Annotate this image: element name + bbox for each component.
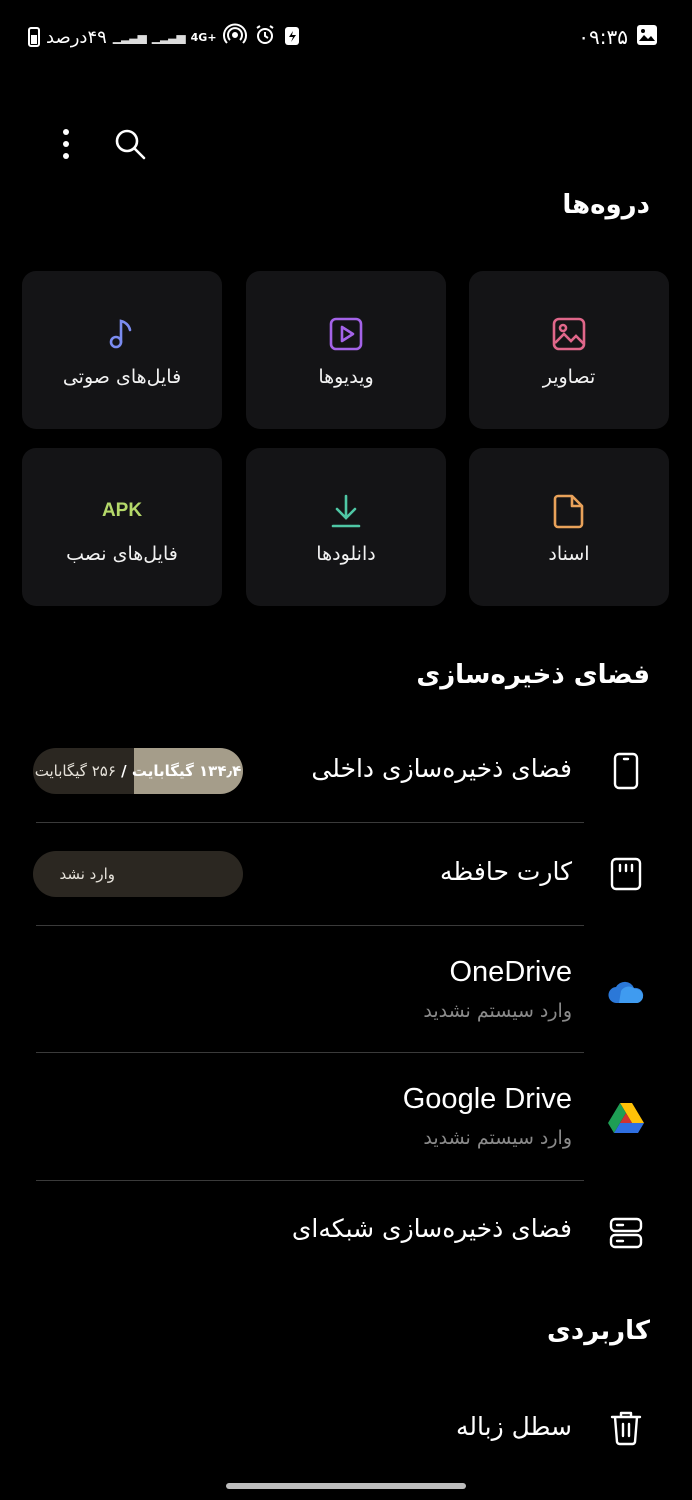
trash-label[interactable]: سطل زباله — [456, 1412, 572, 1441]
divider — [36, 822, 584, 823]
category-downloads[interactable]: دانلودها — [246, 448, 446, 606]
internal-storage-usage: ۱۳۴٫۴ گیگابایت / ۲۵۶ گیگابایت — [33, 748, 243, 794]
divider — [36, 925, 584, 926]
home-indicator[interactable] — [226, 1483, 466, 1489]
signal-strength-icon: ▁▂▃▅ — [112, 30, 147, 44]
download-icon — [329, 489, 363, 533]
hotspot-icon — [222, 23, 247, 52]
image-icon — [551, 312, 587, 356]
category-videos[interactable]: ویدیوها — [246, 271, 446, 429]
category-label: فایل‌های نصب — [66, 543, 178, 565]
video-icon — [328, 312, 364, 356]
usage-text: ۱۳۴٫۴ گیگابایت / ۲۵۶ گیگابایت — [33, 762, 243, 780]
sd-card-status: وارد نشد — [33, 851, 243, 897]
network-type: 4G+ — [190, 30, 217, 44]
status-bar-left: ۴۹درصد ▁▂▃▅ ▁▂▃▅ 4G+ — [28, 22, 301, 52]
more-vert-icon — [63, 129, 69, 159]
total-value: ۲۵۶ گیگابایت — [34, 762, 116, 780]
apk-icon: APK — [102, 489, 142, 533]
trash-icon — [600, 1402, 652, 1454]
sd-card-label[interactable]: کارت حافظه — [440, 857, 572, 886]
storage-title: فضای ذخیره‌سازی — [416, 660, 650, 690]
categories-title: دروه‌ها — [562, 190, 650, 220]
category-label: تصاویر — [542, 366, 596, 388]
google-drive-icon — [600, 1091, 652, 1143]
sd-card-status-text: وارد نشد — [59, 865, 115, 883]
onedrive-label[interactable]: OneDrive — [450, 956, 573, 989]
category-label: فایل‌های صوتی — [62, 366, 182, 388]
network-storage-icon — [600, 1207, 652, 1259]
search-icon — [115, 129, 146, 160]
signal-strength-2-icon: ▁▂▃▅ — [151, 30, 186, 44]
category-label: ویدیوها — [318, 366, 374, 388]
document-icon — [552, 489, 586, 533]
apk-icon-text: APK — [101, 500, 143, 521]
more-options-button[interactable] — [46, 124, 86, 164]
internal-storage-label[interactable]: فضای ذخیره‌سازی داخلی — [311, 754, 572, 783]
category-documents[interactable]: اسناد — [469, 448, 669, 606]
clock: ۰۹:۳۵ — [578, 25, 628, 49]
music-note-icon — [104, 312, 140, 356]
divider — [36, 1180, 584, 1181]
gallery-notification-icon — [636, 24, 658, 51]
alarm-icon — [253, 23, 277, 52]
usage-separator: / — [115, 762, 132, 780]
search-button[interactable] — [110, 124, 150, 164]
category-images[interactable]: تصاویر — [469, 271, 669, 429]
onedrive-status: وارد سیستم نشدید — [423, 1000, 572, 1022]
phone-storage-icon — [600, 745, 652, 797]
onedrive-icon — [600, 966, 652, 1018]
google-drive-label[interactable]: Google Drive — [403, 1083, 572, 1116]
category-apk[interactable]: APK فایل‌های نصب — [22, 448, 222, 606]
category-label: اسناد — [548, 543, 590, 565]
category-label: دانلودها — [316, 543, 376, 565]
battery-icon — [28, 27, 40, 47]
battery-saver-icon — [283, 24, 301, 51]
status-bar-right: ۰۹:۳۵ — [578, 22, 658, 52]
battery-percentage: ۴۹درصد — [46, 26, 107, 48]
used-value: ۱۳۴٫۴ گیگابایت — [131, 762, 242, 780]
divider — [36, 1052, 584, 1053]
utilities-title: کاربردی — [547, 1316, 650, 1346]
google-drive-status: وارد سیستم نشدید — [423, 1127, 572, 1149]
sd-card-icon — [600, 848, 652, 900]
category-audio[interactable]: فایل‌های صوتی — [22, 271, 222, 429]
network-storage-label[interactable]: فضای ذخیره‌سازی شبکه‌ای — [292, 1214, 572, 1243]
